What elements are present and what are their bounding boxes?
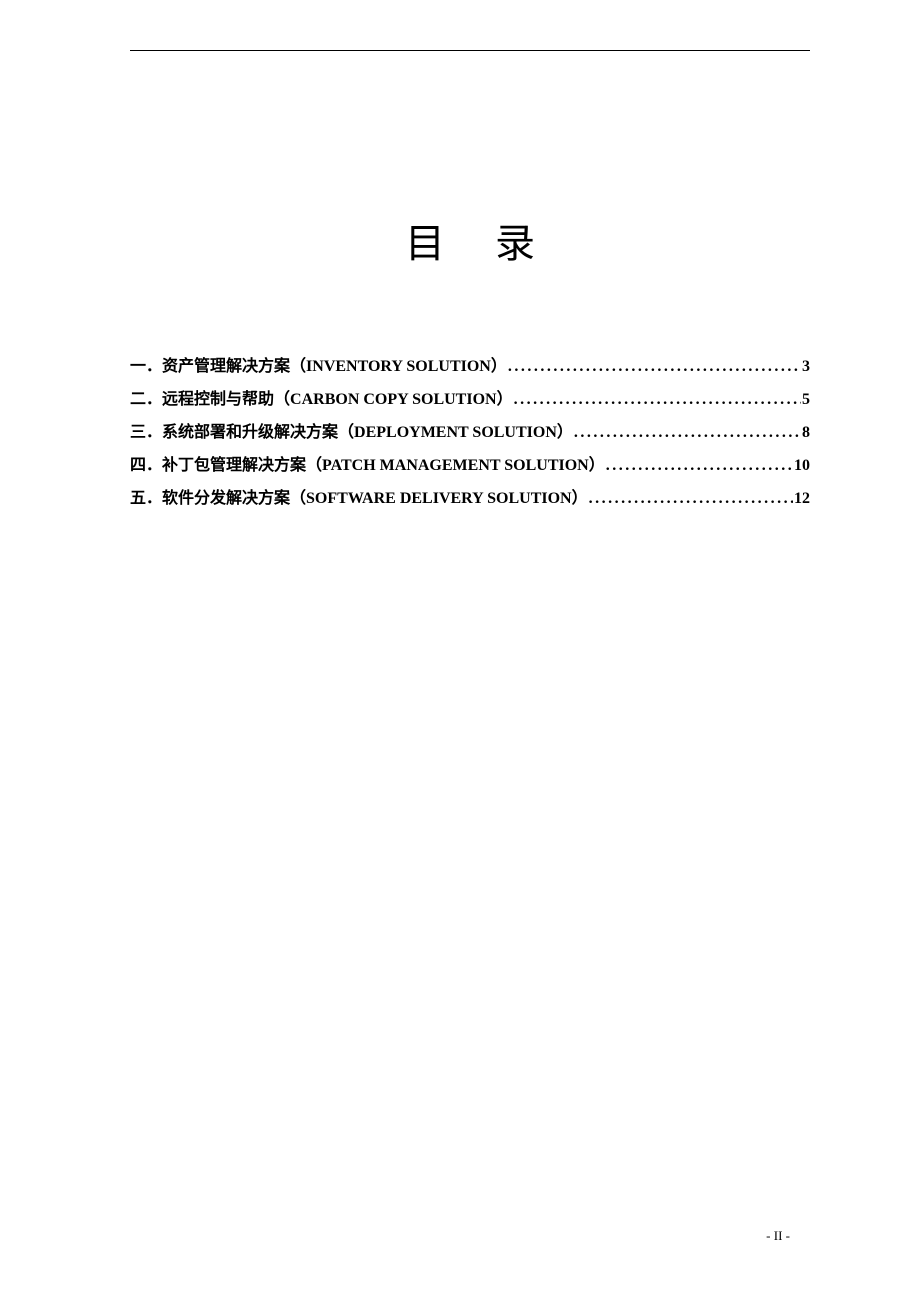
- toc-leader-dots: [508, 359, 801, 375]
- toc-leader-dots: [589, 491, 793, 507]
- toc-page-number: 12: [794, 491, 810, 507]
- toc-entry-label: 一．资产管理解决方案（INVENTORY SOLUTION）: [130, 359, 507, 375]
- toc-page-number: 3: [802, 359, 810, 375]
- toc-entry: 四．补丁包管理解决方案（PATCH MANAGEMENT SOLUTION） 1…: [130, 458, 810, 474]
- toc-page-number: 8: [802, 425, 810, 441]
- toc-leader-dots: [606, 458, 793, 474]
- table-of-contents: 一．资产管理解决方案（INVENTORY SOLUTION） 3 二．远程控制与…: [130, 359, 810, 507]
- toc-leader-dots: [514, 392, 801, 408]
- toc-entry: 一．资产管理解决方案（INVENTORY SOLUTION） 3: [130, 359, 810, 375]
- toc-entry: 三．系统部署和升级解决方案（DEPLOYMENT SOLUTION） 8: [130, 425, 810, 441]
- toc-entry-label: 四．补丁包管理解决方案（PATCH MANAGEMENT SOLUTION）: [130, 458, 605, 474]
- document-page: 目录 一．资产管理解决方案（INVENTORY SOLUTION） 3 二．远程…: [0, 0, 920, 1302]
- toc-page-number: 5: [802, 392, 810, 408]
- title-char-1: 目: [405, 221, 495, 266]
- title-char-2: 录: [495, 221, 585, 266]
- page-footer-number: - II -: [766, 1228, 790, 1244]
- toc-entry: 二．远程控制与帮助（CARBON COPY SOLUTION） 5: [130, 392, 810, 408]
- toc-entry-label: 五．软件分发解决方案（SOFTWARE DELIVERY SOLUTION）: [130, 491, 588, 507]
- page-title: 目录: [130, 211, 810, 269]
- toc-leader-dots: [574, 425, 801, 441]
- toc-entry: 五．软件分发解决方案（SOFTWARE DELIVERY SOLUTION） 1…: [130, 491, 810, 507]
- header-horizontal-rule: [130, 50, 810, 51]
- toc-entry-label: 二．远程控制与帮助（CARBON COPY SOLUTION）: [130, 392, 513, 408]
- toc-entry-label: 三．系统部署和升级解决方案（DEPLOYMENT SOLUTION）: [130, 425, 573, 441]
- toc-page-number: 10: [794, 458, 810, 474]
